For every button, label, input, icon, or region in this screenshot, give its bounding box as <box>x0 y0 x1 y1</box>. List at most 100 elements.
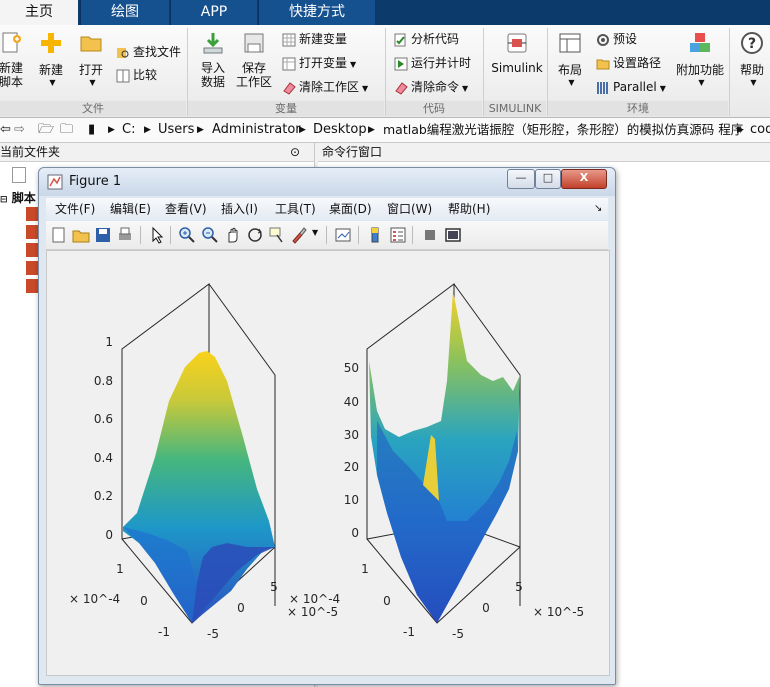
back-arrow-icon[interactable]: ⇦ <box>0 118 11 142</box>
dock-arrow-icon[interactable]: ↘ <box>594 198 602 220</box>
save-icon[interactable] <box>94 226 112 244</box>
minimize-button[interactable]: — <box>507 169 535 189</box>
ribbon-separator <box>729 28 730 116</box>
layout-button[interactable]: 布局 ▼ <box>554 31 586 87</box>
breadcrumb-segment[interactable]: matlab编程激光谐振腔（矩形腔，条形腔）的模拟仿真源码 程序 <box>383 118 743 142</box>
chevron-right-icon: ▶ <box>299 125 306 135</box>
maximize-button[interactable]: □ <box>535 169 561 189</box>
breadcrumb-segment[interactable]: C: <box>122 118 135 142</box>
script-file-icon[interactable] <box>26 243 38 257</box>
show-plot-tools-icon[interactable] <box>444 226 462 244</box>
open-variable-button[interactable]: 打开变量 ▼ <box>282 53 356 73</box>
left-x-tick-labels: 1 0 -1 × 10^-4 <box>69 562 170 639</box>
script-file-icon[interactable] <box>26 261 38 275</box>
z-tick-label: 0.4 <box>94 451 113 465</box>
panel-menu-icon[interactable]: ⊙ <box>290 143 300 161</box>
zoom-out-icon[interactable] <box>201 226 219 244</box>
z-tick-label: 20 <box>344 460 359 474</box>
chevron-right-icon: ▶ <box>197 125 204 135</box>
parallel-button[interactable]: Parallel ▼ <box>596 77 666 97</box>
chevron-down-icon: ▼ <box>462 84 469 93</box>
new-script-button[interactable]: 新建 脚本 <box>0 31 28 89</box>
menu-tools[interactable]: 工具(T) <box>275 198 316 220</box>
addons-button[interactable]: 附加功能 ▼ <box>676 31 724 87</box>
figure-canvas[interactable]: 1 0.8 0.6 0.4 0.2 0 1 0 -1 × 10^-4 -5 0 … <box>46 250 610 676</box>
breadcrumb-segment[interactable]: Users <box>158 118 194 142</box>
up-folder-icon[interactable]: 🗁 <box>38 118 54 142</box>
menu-view[interactable]: 查看(V) <box>165 198 207 220</box>
menu-help[interactable]: 帮助(H) <box>448 198 490 220</box>
browse-folder-icon[interactable]: 🗀 <box>60 118 73 142</box>
chevron-down-icon: ▼ <box>750 78 757 87</box>
eraser-icon <box>395 81 408 95</box>
compare-button[interactable]: 比较 <box>116 65 157 85</box>
print-icon[interactable] <box>116 226 134 244</box>
link-plot-icon[interactable] <box>334 226 352 244</box>
script-file-icon[interactable] <box>26 225 38 239</box>
chevron-down-icon: ▼ <box>698 78 705 87</box>
menu-file[interactable]: 文件(F) <box>55 198 95 220</box>
z-tick-label: 10 <box>344 493 359 507</box>
simulink-button[interactable]: Simulink <box>490 31 544 75</box>
run-and-time-button[interactable]: 运行并计时 <box>394 53 471 73</box>
pan-hand-icon[interactable] <box>224 226 242 244</box>
y-multiplier-label: × 10^-5 <box>287 605 338 619</box>
script-file-icon[interactable] <box>26 279 38 293</box>
import-data-button[interactable]: 导入 数据 <box>198 31 228 89</box>
menu-desktop[interactable]: 桌面(D) <box>329 198 372 220</box>
new-button[interactable]: 新建 ▼ <box>36 31 66 87</box>
rotate-3d-icon[interactable] <box>246 226 264 244</box>
section-label: ⊟ 脚本 <box>0 191 36 205</box>
help-button[interactable]: ? 帮助 ▼ <box>736 31 768 87</box>
chevron-right-icon: ▶ <box>737 125 744 135</box>
open-button[interactable]: 打开 ▼ <box>76 31 106 87</box>
forward-arrow-icon[interactable]: ⇨ <box>14 118 25 142</box>
close-button[interactable]: X <box>561 169 607 189</box>
pointer-icon[interactable] <box>148 226 166 244</box>
clear-workspace-button[interactable]: 清除工作区 ▼ <box>282 77 368 97</box>
tab-apps[interactable]: APP <box>170 0 257 25</box>
brush-icon[interactable] <box>290 226 308 244</box>
panel-title: 当前文件夹 <box>0 145 61 159</box>
colorbar-icon[interactable] <box>366 226 384 244</box>
set-path-button[interactable]: 设置路径 <box>596 53 661 73</box>
data-cursor-icon[interactable] <box>268 226 286 244</box>
menu-insert[interactable]: 插入(I) <box>221 198 258 220</box>
run-time-icon <box>394 57 408 70</box>
tab-plots[interactable]: 绘图 <box>80 0 169 25</box>
menu-edit[interactable]: 编辑(E) <box>110 198 151 220</box>
hide-plot-tools-icon[interactable] <box>421 226 439 244</box>
folder-icon <box>596 59 610 69</box>
preferences-button[interactable]: 预设 <box>596 29 637 49</box>
clear-commands-button[interactable]: 清除命令 ▼ <box>394 77 468 97</box>
find-files-button[interactable]: 查找文件 <box>116 42 181 62</box>
plus-icon <box>41 33 61 53</box>
group-label-code: 代码 <box>386 101 482 116</box>
eraser-icon <box>283 81 296 95</box>
figure-window[interactable]: Figure 1 — □ X 文件(F) 编辑(E) 查看(V) 插入(I) 工… <box>38 167 616 685</box>
menu-window[interactable]: 窗口(W) <box>387 198 432 220</box>
analyze-code-button[interactable]: 分析代码 <box>394 29 459 49</box>
import-icon <box>203 33 223 54</box>
svg-text:?: ? <box>748 36 756 52</box>
legend-icon[interactable] <box>389 226 407 244</box>
zoom-in-icon[interactable] <box>178 226 196 244</box>
chevron-down-icon[interactable]: ▼ <box>312 228 318 237</box>
figure-title-bar[interactable]: Figure 1 — □ X <box>39 168 615 196</box>
folder-icon: ▮ <box>88 122 96 137</box>
chevron-right-icon: ▶ <box>108 125 115 135</box>
tab-shortcuts[interactable]: 快捷方式 <box>258 0 375 25</box>
new-figure-icon[interactable] <box>50 226 68 244</box>
tab-home[interactable]: 主页 <box>0 0 78 25</box>
breadcrumb-segment[interactable]: Administrator <box>212 118 301 142</box>
help-icon: ? <box>741 32 763 54</box>
breadcrumb-segment[interactable]: Desktop <box>313 118 367 142</box>
breadcrumb-segment[interactable]: cod <box>750 118 770 142</box>
new-variable-button[interactable]: 新建变量 <box>282 29 347 49</box>
open-file-icon[interactable] <box>72 226 90 244</box>
toolbar-separator <box>326 226 327 244</box>
analyze-icon <box>394 33 406 46</box>
script-file-icon[interactable] <box>26 207 38 221</box>
right-y-tick-labels: -5 0 5 × 10^-5 <box>452 580 584 641</box>
save-workspace-button[interactable]: 保存 工作区 <box>236 31 272 89</box>
